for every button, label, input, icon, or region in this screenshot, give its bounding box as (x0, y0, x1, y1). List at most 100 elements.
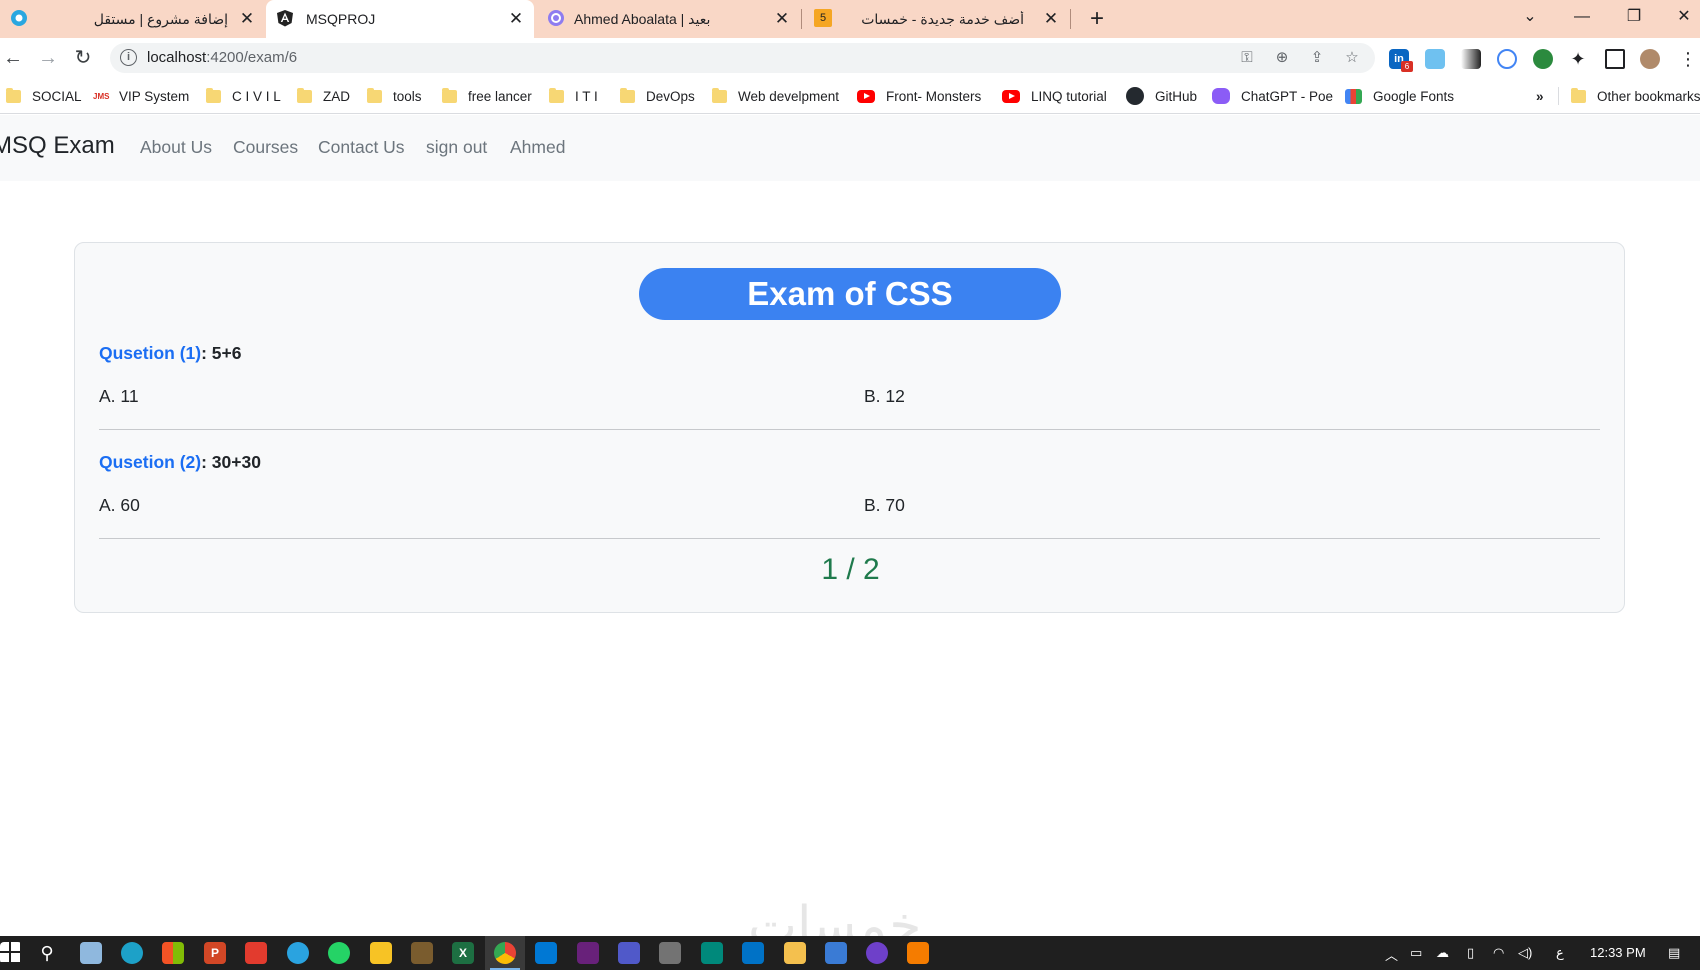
store-icon[interactable] (162, 942, 184, 964)
side-panel-icon[interactable] (1605, 49, 1625, 69)
nav-courses[interactable]: Courses (233, 137, 298, 158)
tab-search-icon[interactable]: ⌄ (1510, 4, 1550, 30)
bookmark-free-lancer[interactable]: free lancer (442, 87, 532, 105)
question-1-option-b[interactable]: B. 12 (864, 386, 905, 407)
bookmark-other[interactable]: Other bookmarks (1571, 87, 1700, 105)
key-icon[interactable]: ⚿ (1237, 48, 1257, 68)
new-tab-button[interactable]: + (1084, 6, 1110, 32)
acrobat-icon[interactable] (245, 942, 267, 964)
device-icon[interactable]: ▯ (1467, 945, 1474, 961)
bookmark-tools[interactable]: tools (367, 87, 422, 105)
volume-icon[interactable]: ◁) (1518, 945, 1532, 961)
chrome-icon[interactable] (494, 942, 516, 964)
question-2: Qusetion (2): 30+30 (99, 452, 261, 473)
bookmark-web-develpment[interactable]: Web develpment (712, 87, 839, 105)
onedrive-icon[interactable]: ☁ (1436, 945, 1449, 961)
question-1: Qusetion (1): 5+6 (99, 343, 241, 364)
telegram-icon[interactable] (287, 942, 309, 964)
nav-contact-us[interactable]: Contact Us (318, 137, 405, 158)
browser-menu-icon[interactable]: ⋮ (1678, 49, 1698, 69)
tab-khamsat[interactable]: 5 أضف خدمة جديدة - خمسات ✕ (804, 0, 1068, 38)
question-2-option-b[interactable]: B. 70 (864, 495, 905, 516)
tab-msqproj[interactable]: MSQPROJ ✕ (266, 0, 534, 38)
app-brand[interactable]: MSQ Exam (0, 132, 115, 160)
share-icon[interactable]: ⇪ (1307, 48, 1327, 68)
bookmark-vip-system[interactable]: JMS VIP System (93, 87, 189, 105)
photos-icon[interactable] (80, 942, 102, 964)
extensions-puzzle-icon[interactable]: ✦ (1568, 49, 1588, 69)
file-explorer-icon[interactable] (784, 942, 806, 964)
teams-icon[interactable] (618, 942, 640, 964)
bookmark-github[interactable]: GitHub (1126, 87, 1197, 105)
app-icon[interactable] (825, 942, 847, 964)
input-language[interactable]: ع (1556, 945, 1564, 961)
battery-icon[interactable]: ▭ (1410, 945, 1422, 961)
bookmark-label: free lancer (468, 88, 532, 104)
tab-mostaql[interactable]: إضافة مشروع | مستقل ✕ (0, 0, 262, 38)
question-divider (99, 429, 1600, 430)
close-tab-icon[interactable]: ✕ (772, 9, 792, 29)
visual-studio-icon[interactable] (577, 942, 599, 964)
vscode-icon[interactable] (535, 942, 557, 964)
extension-badge: 6 (1401, 61, 1413, 72)
bookmark-label: ZAD (323, 88, 350, 104)
tab-baaeed[interactable]: Ahmed Aboalata | بعيد ✕ (538, 0, 800, 38)
edge-icon[interactable] (121, 942, 143, 964)
clock[interactable]: 12:33 PM (1590, 945, 1646, 960)
windows-start-icon[interactable] (0, 942, 22, 964)
wifi-icon[interactable]: ◠ (1493, 945, 1504, 961)
browser-toolbar: ← → ↻ i localhost:4200/exam/6 ⚿ ⊕ ⇪ ☆ in… (0, 38, 1700, 78)
bookmark-star-icon[interactable]: ☆ (1342, 48, 1362, 68)
site-info-icon[interactable]: i (120, 49, 137, 66)
address-bar[interactable]: i localhost:4200/exam/6 ⚿ ⊕ ⇪ ☆ (110, 43, 1375, 73)
bookmark-zad[interactable]: ZAD (297, 87, 350, 105)
bookmark-google-fonts[interactable]: Google Fonts (1345, 87, 1454, 105)
nav-about-us[interactable]: About Us (140, 137, 212, 158)
back-icon[interactable]: ← (0, 45, 26, 71)
folder-icon (712, 87, 727, 103)
nav-sign-out[interactable]: sign out (426, 137, 487, 158)
meet-icon[interactable] (701, 942, 723, 964)
profile-avatar-icon[interactable] (1640, 49, 1660, 69)
nav-user-ahmed[interactable]: Ahmed (510, 137, 565, 158)
tab-title: Ahmed Aboalata | بعيد (574, 10, 711, 27)
tray-chevron-icon[interactable]: ︿ (1385, 945, 1398, 964)
bookmark-front-monsters[interactable]: Front- Monsters (857, 87, 981, 105)
bookmark-linq-tutorial[interactable]: LINQ tutorial (1002, 87, 1107, 105)
question-2-option-a[interactable]: A. 60 (99, 495, 140, 516)
question-1-option-a[interactable]: A. 11 (99, 386, 139, 407)
extension-globe-icon[interactable] (1533, 49, 1553, 69)
restore-icon[interactable]: ❐ (1614, 4, 1654, 30)
notifications-icon[interactable]: ▤ (1668, 945, 1680, 961)
bookmark-social[interactable]: SOCIAL (6, 87, 82, 105)
github-desktop-icon[interactable] (866, 942, 888, 964)
close-tab-icon[interactable]: ✕ (506, 9, 526, 29)
excel-icon[interactable]: X (452, 942, 474, 964)
forward-icon[interactable]: → (35, 45, 61, 71)
close-window-icon[interactable]: ✕ (1664, 4, 1700, 30)
app-icon[interactable] (411, 942, 433, 964)
close-tab-icon[interactable]: ✕ (1041, 9, 1061, 29)
calculator-icon[interactable] (659, 942, 681, 964)
whatsapp-icon[interactable] (328, 942, 350, 964)
bookmark-devops[interactable]: DevOps (620, 87, 695, 105)
vlc-icon[interactable] (907, 942, 929, 964)
close-tab-icon[interactable]: ✕ (237, 9, 257, 29)
google-translate-icon[interactable] (1497, 49, 1517, 69)
extension-gradient-icon[interactable] (1461, 49, 1481, 69)
outlook-icon[interactable] (742, 942, 764, 964)
sticky-notes-icon[interactable] (370, 942, 392, 964)
baaeed-icon (547, 9, 565, 27)
zoom-icon[interactable]: ⊕ (1272, 48, 1292, 68)
question-divider (99, 538, 1600, 539)
search-icon[interactable]: ⚲ (36, 942, 58, 964)
bookmarks-overflow-button[interactable]: » (1536, 87, 1544, 105)
bookmark-chatgpt-poe[interactable]: ChatGPT - Poe (1212, 87, 1333, 105)
reload-icon[interactable]: ↻ (70, 45, 96, 71)
bookmark-iti[interactable]: I T I (549, 87, 598, 105)
powerpoint-icon[interactable]: P (204, 942, 226, 964)
bookmark-civil[interactable]: C I V I L (206, 87, 281, 105)
extension-cloud-icon[interactable] (1425, 49, 1445, 69)
url-text[interactable]: localhost:4200/exam/6 (147, 49, 297, 66)
minimize-icon[interactable]: — (1562, 4, 1602, 30)
